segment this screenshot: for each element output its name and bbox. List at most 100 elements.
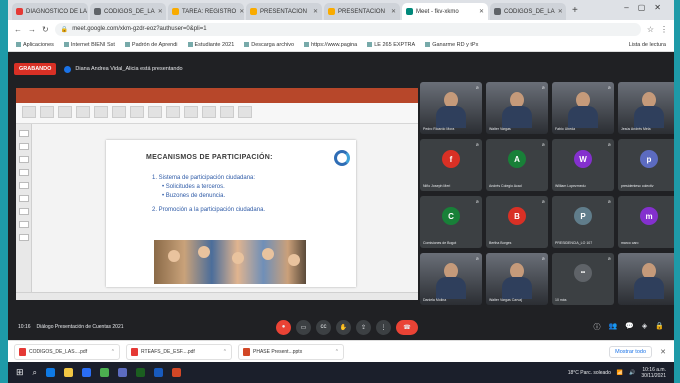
participant-tile[interactable]: ⊘ Daniela Molina (420, 253, 482, 305)
file-explorer-icon[interactable] (64, 368, 74, 377)
bookmarks-bar: Aplicaciones Internet BIENI Sst Padrón de … (8, 38, 674, 52)
close-tab-icon[interactable]: ✕ (313, 8, 318, 15)
participant-tile[interactable]: ⊘ f Niño Joseph Meri (420, 139, 482, 191)
tab-label: CODIGOS_DE_LA (504, 8, 555, 15)
present-icon[interactable]: ⇪ (356, 319, 371, 335)
participant-avatar: m (640, 207, 658, 225)
bookmark-item[interactable]: LE 265 EXPTRA (367, 42, 415, 48)
activities-icon[interactable]: ◈ (642, 322, 647, 332)
windows-start-icon[interactable]: ⊞ (16, 367, 24, 378)
mic-muted-icon: ⊘ (541, 85, 545, 90)
browser-tab[interactable]: CODIGOS_DE_LA ✕ (490, 3, 566, 20)
participant-tile[interactable]: ⊘ Fabio Ubeda (552, 82, 614, 134)
close-tab-icon[interactable]: ✕ (391, 8, 396, 15)
download-item[interactable]: CODIGOS_DE_LAS....pdf ⌃ (14, 343, 120, 360)
close-tab-icon[interactable]: ✕ (239, 8, 244, 15)
browser-tab[interactable]: PRESENTACION ✕ (324, 3, 400, 20)
star-icon[interactable]: ☆ (647, 25, 654, 34)
slide-photo (154, 240, 306, 284)
browser-tab[interactable]: PRESENTACION ✕ (246, 3, 322, 20)
reading-list[interactable]: Lista de lectura (629, 42, 666, 48)
people-icon[interactable]: 👥 (608, 322, 617, 332)
window-controls[interactable]: –▢✕ (624, 3, 670, 12)
participant-tile[interactable]: ⊘mmarco caro (618, 196, 674, 248)
powerpoint-statusbar (16, 292, 418, 300)
participant-tile[interactable]: ⊘ppresidentesc colectiv (618, 139, 674, 191)
camera-icon[interactable]: ▭ (296, 319, 311, 335)
address-toolbar: ← → ↻ 🔒 meet.google.com/xkm-gzdr-eoz?aut… (8, 20, 674, 38)
participant-name: 10 más (555, 298, 567, 302)
back-icon[interactable]: ← (14, 25, 22, 34)
slide-bullets: 1. Sistema de participación ciudadana: • … (152, 174, 265, 215)
browser-tab-strip: DIAGNOSTICO DE LA✕CODIGOS_DE_LA✕TAREA: R… (8, 0, 674, 20)
participant-body (436, 106, 466, 128)
network-icon[interactable]: 📶 (617, 370, 623, 376)
edge-icon[interactable] (46, 368, 56, 377)
mic-off-icon[interactable]: ● (276, 319, 291, 335)
download-item[interactable]: RTEAFS_DE_ESF....pdf ⌃ (126, 343, 232, 360)
excel-icon[interactable] (136, 368, 146, 377)
chevron-up-icon[interactable]: ⌃ (111, 349, 115, 355)
chrome-icon[interactable] (100, 368, 110, 377)
bookmark-item[interactable]: Aplicaciones (16, 42, 54, 48)
browser-tab[interactable]: TAREA: REGISTRO ✕ (168, 3, 244, 20)
participant-tile[interactable]: ⊘ Walter Vargas Carvaj (486, 253, 548, 305)
ribbon-tools (22, 106, 252, 118)
reload-icon[interactable]: ↻ (42, 25, 49, 34)
participant-tile[interactable]: ⊘ C Comisiones de Bogot (420, 196, 482, 248)
mic-muted-icon: ⊘ (541, 199, 545, 204)
bookmark-item[interactable]: Ganarme RD y tPx (425, 42, 478, 48)
participant-tile[interactable]: ⊘ W William Lopezmedu (552, 139, 614, 191)
bookmark-item[interactable]: https://www.pagina (304, 42, 357, 48)
captions-icon[interactable]: cc (316, 319, 331, 335)
chevron-up-icon[interactable]: ⌃ (335, 349, 339, 355)
url-text: meet.google.com/xkm-gzdr-eoz?authuser=0&… (72, 26, 207, 32)
presenter-avatar (64, 65, 72, 73)
bookmark-item[interactable]: Padrón de Aprendi (125, 42, 178, 48)
mic-muted-icon: ⊘ (541, 256, 545, 261)
participant-tile[interactable]: ⊘ Pedro Ricardo Mora (420, 82, 482, 134)
participant-tile[interactable]: ⊘ P PRESIDENCIA_LO 107 (552, 196, 614, 248)
side-controls: ⓘ 👥 💬 ◈ 🔒 (593, 322, 664, 332)
close-tab-icon[interactable]: ✕ (479, 8, 484, 15)
participant-tile[interactable]: ⊘ B Bertha Borges (486, 196, 548, 248)
participant-body (634, 106, 664, 128)
chat-icon[interactable]: 💬 (625, 322, 634, 332)
browser-tab[interactable]: Meet - fkv-xkmo ✕ (402, 3, 488, 20)
new-tab-button[interactable]: + (572, 5, 578, 16)
menu-icon[interactable]: ⋮ (660, 25, 668, 34)
word-icon[interactable] (154, 368, 164, 377)
more-options-icon[interactable]: ⋮ (376, 319, 391, 335)
download-item[interactable]: PHASE Present...pptx ⌃ (238, 343, 344, 360)
participant-tile[interactable]: ⊘ (618, 253, 674, 305)
close-tab-icon[interactable]: ✕ (558, 8, 563, 15)
participant-tile[interactable]: ⊘ A Andrés Colegio Acad (486, 139, 548, 191)
screen: DIAGNOSTICO DE LA✕CODIGOS_DE_LA✕TAREA: R… (8, 0, 674, 383)
end-call-icon[interactable]: ☎ (396, 319, 418, 335)
powerpoint-icon[interactable] (172, 368, 182, 377)
bookmark-item[interactable]: Estudiante 2021 (188, 42, 235, 48)
info-icon[interactable]: ⓘ (593, 322, 600, 332)
forward-icon[interactable]: → (28, 25, 36, 34)
browser-tab[interactable]: CODIGOS_DE_LA ✕ (90, 3, 166, 20)
chevron-up-icon[interactable]: ⌃ (223, 349, 227, 355)
close-tab-icon[interactable]: ✕ (158, 8, 163, 15)
store-icon[interactable] (82, 368, 92, 377)
participant-tile[interactable]: ⊘ •• 10 más (552, 253, 614, 305)
participant-tile[interactable]: ⊘Jesús Andrés Mela (618, 82, 674, 134)
address-bar[interactable]: 🔒 meet.google.com/xkm-gzdr-eoz?authuser=… (54, 22, 641, 36)
volume-icon[interactable]: 🔊 (629, 370, 635, 376)
search-icon[interactable]: ⌕ (33, 368, 37, 378)
close-downloads-icon[interactable]: ✕ (660, 348, 666, 356)
bookmark-item[interactable]: Descarga archivo (244, 42, 294, 48)
browser-tab[interactable]: DIAGNOSTICO DE LA✕ (12, 3, 88, 20)
participant-tile[interactable]: ⊘ Walter Vargas (486, 82, 548, 134)
show-all-downloads-button[interactable]: Mostrar todo (609, 345, 652, 358)
lock-icon[interactable]: 🔒 (655, 322, 664, 332)
clock[interactable]: 10:16 a.m. 30/11/2021 (641, 367, 666, 379)
teams-icon[interactable] (118, 368, 128, 377)
weather-text[interactable]: 18°C Parc. soleado (568, 370, 611, 376)
participants-grid: ⊘ Pedro Ricardo Mora ⊘ Walter Vargas ⊘ Fabio … (420, 82, 674, 312)
raise-hand-icon[interactable]: ✋ (336, 319, 351, 335)
bookmark-item[interactable]: Internet BIENI Sst (64, 42, 115, 48)
